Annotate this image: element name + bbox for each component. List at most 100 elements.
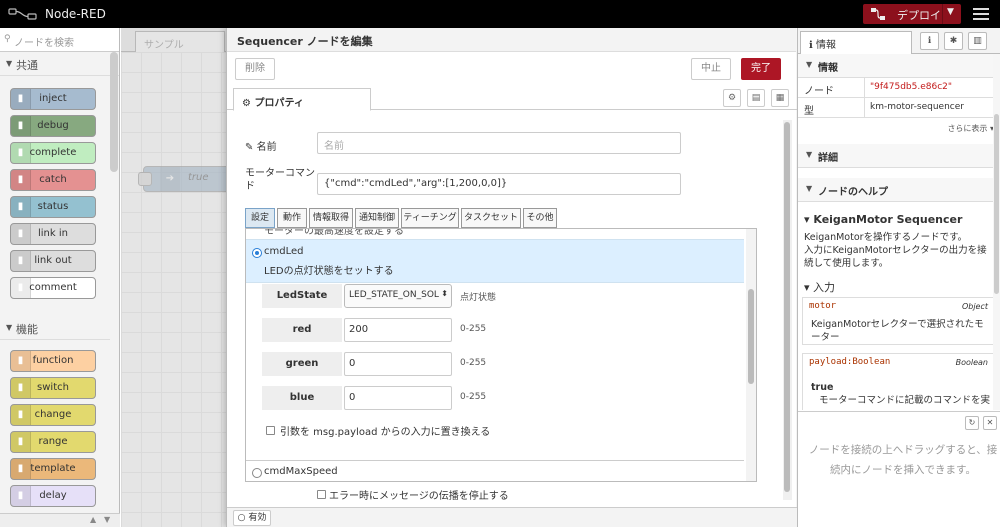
tray-scrollbar[interactable]: [783, 120, 792, 500]
node-icon: ▮: [11, 459, 31, 479]
command-input[interactable]: {"cmd":"cmdLed","arg":[1,200,0,0]}: [317, 173, 681, 195]
chevron-down-icon: ▼: [806, 184, 813, 193]
node-icon: ▮: [11, 432, 31, 452]
info-icon[interactable]: ℹ: [920, 32, 939, 50]
error-checkbox-label: エラー時にメッセージの伝播を停止する: [329, 491, 509, 502]
sidebar-scrollbar[interactable]: [993, 54, 1000, 410]
palette-node-link-in[interactable]: ▮ link in: [10, 223, 96, 245]
done-button[interactable]: 完了: [741, 58, 781, 80]
sidebar: ℹ 情報 ℹ ✱ ▥ ▼ 情報 ノード "9f475db5.e86c2" 型 k…: [797, 28, 1000, 527]
palette-node-comment[interactable]: ▮ comment: [10, 277, 96, 299]
green-input[interactable]: 0: [344, 352, 452, 376]
node-red-logo-icon: [8, 8, 37, 20]
command-list-scrollbar[interactable]: [746, 229, 756, 481]
deploy-button[interactable]: デプロイ ▼: [863, 4, 961, 24]
drag-hint-text: ノードを接続の上へドラッグすると、接続内にノードを挿入できます。: [808, 444, 998, 476]
category-function[interactable]: ▼ 機能: [0, 316, 110, 340]
search-icon: ⚲: [4, 34, 11, 44]
chevron-down-icon: ▼: [6, 323, 13, 332]
param-label-red: red: [262, 318, 342, 342]
command-category-tabs: 設定 動作 情報取得 通知制御 ティーチング タスクセット その他: [245, 207, 757, 229]
help-prop-motor: motor Object KeiganMotorセレクターで選択されたモーター: [802, 297, 995, 345]
palette-node-complete[interactable]: ▮ complete: [10, 142, 96, 164]
bug-icon[interactable]: ✱: [944, 32, 963, 50]
ledstate-select[interactable]: LED_STATE_ON_SOL ⬍: [344, 284, 452, 308]
section-detail[interactable]: ▼ 詳細: [798, 144, 1000, 168]
select-arrow-icon: ⬍: [441, 289, 448, 298]
main-menu-icon[interactable]: [970, 5, 992, 23]
name-label: ✎ 名前: [245, 142, 277, 153]
command-label: モーターコマンド: [245, 168, 315, 192]
palette-node-range[interactable]: ▮ range: [10, 431, 96, 453]
node-icon: ▮: [11, 116, 31, 136]
payload-checkbox-label: 引数を msg.payload からの入力に置き換える: [280, 427, 491, 438]
param-range-blue: 0-255: [460, 392, 487, 402]
info-row-type: 型 km-motor-sequencer: [798, 98, 1000, 118]
close-icon[interactable]: ✕: [983, 416, 997, 430]
tab-info[interactable]: ℹ 情報: [800, 31, 912, 55]
subtab-0[interactable]: 設定: [245, 208, 275, 228]
chevron-down-icon: ▼: [806, 150, 813, 159]
palette-search-input[interactable]: ノードを検索: [14, 34, 74, 49]
subtab-1[interactable]: 動作: [277, 208, 307, 228]
deploy-menu-icon[interactable]: ▼: [947, 7, 954, 17]
cancel-button[interactable]: 中止: [691, 58, 731, 80]
error-checkbox[interactable]: [317, 490, 326, 499]
payload-checkbox[interactable]: [266, 426, 275, 435]
palette-node-catch[interactable]: ▮ catch: [10, 169, 96, 191]
section-help[interactable]: ▼ ノードのヘルプ: [798, 178, 1000, 202]
cmdmaxspeed-radio[interactable]: [252, 468, 262, 478]
cmdled-radio[interactable]: [252, 248, 262, 258]
delete-button[interactable]: 削除: [235, 58, 275, 80]
appearance-icon[interactable]: ▦: [771, 89, 789, 107]
subtab-4[interactable]: ティーチング: [401, 208, 459, 228]
node-type: km-motor-sequencer: [870, 102, 964, 112]
palette-search[interactable]: ⚲ ノードを検索: [0, 28, 119, 52]
name-input[interactable]: 名前: [317, 132, 681, 154]
category-common[interactable]: ▼ 共通: [0, 52, 119, 76]
info-row-node: ノード "9f475db5.e86c2": [798, 78, 1000, 98]
palette-node-template[interactable]: ▮ template: [10, 458, 96, 480]
chart-icon[interactable]: ▥: [968, 32, 987, 50]
refresh-icon[interactable]: ↻: [965, 416, 979, 430]
red-input[interactable]: 200: [344, 318, 452, 342]
palette-node-function[interactable]: ▮ function: [10, 350, 96, 372]
palette-scrollbar[interactable]: [110, 52, 118, 172]
subtab-6[interactable]: その他: [523, 208, 557, 228]
chevron-down-icon: ▼: [6, 59, 13, 68]
section-info[interactable]: ▼ 情報: [798, 54, 1000, 78]
node-icon: ▮: [11, 170, 31, 190]
palette-node-debug[interactable]: ▮ debug: [10, 115, 96, 137]
info-icon: ℹ: [809, 40, 813, 51]
command-item-cmdmaxspeed[interactable]: cmdMaxSpeed: [246, 460, 744, 481]
palette-node-inject[interactable]: ▮ inject: [10, 88, 96, 110]
command-desc-prev: モーターの最高速度を設定する: [264, 229, 404, 237]
description-icon[interactable]: ▤: [747, 89, 765, 107]
palette-node-link-out[interactable]: ▮ link out: [10, 250, 96, 272]
enable-toggle[interactable]: ○ 有効: [233, 510, 271, 526]
palette-node-switch[interactable]: ▮ switch: [10, 377, 96, 399]
show-more-link[interactable]: さらに表示 ▾: [947, 123, 994, 134]
command-description: LEDの点灯状態をセットする: [264, 266, 394, 277]
app-title: Node-RED: [45, 7, 106, 21]
palette-node-status[interactable]: ▮ status: [10, 196, 96, 218]
subtab-5[interactable]: タスクセット: [461, 208, 521, 228]
param-range-green: 0-255: [460, 358, 487, 368]
palette-node-change[interactable]: ▮ change: [10, 404, 96, 426]
help-title: ▾ KeiganMotor Sequencer: [804, 213, 963, 226]
help-text: KeiganMotorを操作するノードです。 入力にKeiganMotorセレク…: [804, 232, 987, 269]
command-name: cmdLed: [264, 246, 304, 257]
settings-gear-icon[interactable]: ⚙: [723, 89, 741, 107]
collapse-down-icon[interactable]: ▼: [104, 515, 110, 524]
command-item-cmdled[interactable]: cmdLed LEDの点灯状態をセットする: [246, 239, 744, 283]
node-icon: ▮: [11, 405, 31, 425]
palette-node-delay[interactable]: ▮ delay: [10, 485, 96, 507]
subtab-2[interactable]: 情報取得: [309, 208, 353, 228]
subtab-3[interactable]: 通知制御: [355, 208, 399, 228]
tray-footer: ○ 有効: [227, 507, 797, 527]
property-tabbar: ⚙ プロパティ ⚙ ▤ ▦: [227, 86, 797, 111]
collapse-up-icon[interactable]: ▲: [90, 515, 96, 524]
tab-properties[interactable]: ⚙ プロパティ: [233, 88, 371, 111]
chevron-down-icon: ▼: [806, 60, 813, 69]
blue-input[interactable]: 0: [344, 386, 452, 410]
